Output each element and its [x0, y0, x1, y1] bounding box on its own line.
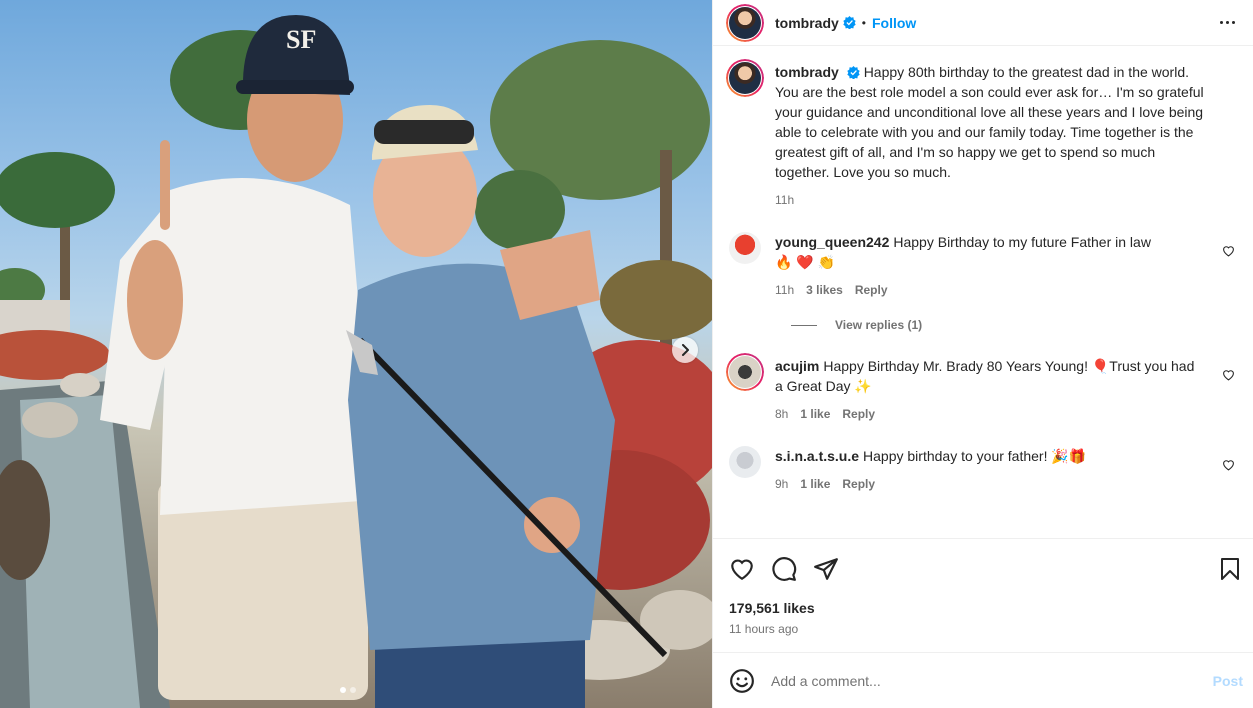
verified-badge-icon	[843, 16, 856, 29]
verified-badge-icon	[847, 66, 860, 79]
comment-username[interactable]: young_queen242	[775, 234, 889, 250]
comment-likes[interactable]: 3 likes	[806, 280, 843, 300]
comment-text: Happy Birthday to my future Father in la…	[893, 234, 1151, 250]
comment-input[interactable]	[771, 672, 1213, 689]
comment-icon[interactable]	[771, 556, 797, 582]
share-icon[interactable]	[813, 557, 839, 581]
carousel-dots	[340, 687, 356, 693]
comments-list: tombrady Happy 80th birthday to the grea…	[713, 46, 1253, 538]
caption-username[interactable]: tombrady	[775, 64, 839, 80]
comment-text: Happy birthday to your father! 🎉🎁	[863, 448, 1087, 464]
post-photo: SF	[0, 0, 712, 708]
comment-like-heart-icon[interactable]	[1222, 244, 1235, 262]
commenter-avatar[interactable]	[729, 356, 761, 388]
svg-text:SF: SF	[286, 25, 316, 54]
author-avatar[interactable]	[729, 6, 761, 39]
post-caption: tombrady Happy 80th birthday to the grea…	[729, 62, 1239, 210]
comment-time: 11h	[775, 283, 795, 297]
post-header: tombrady • Follow	[713, 0, 1253, 46]
replies-divider	[791, 324, 817, 326]
chevron-right-icon	[682, 344, 689, 356]
author-username[interactable]: tombrady	[775, 15, 839, 31]
commenter-avatar[interactable]	[729, 232, 761, 264]
comment-like-heart-icon[interactable]	[1222, 368, 1235, 386]
caption-time: 11h	[775, 193, 795, 207]
next-photo-button[interactable]	[672, 337, 698, 363]
post-modal: SF tombrady • Follow tombrady Happy 80th…	[0, 0, 1253, 708]
more-options-icon[interactable]	[1220, 21, 1235, 24]
follow-button[interactable]: Follow	[872, 15, 916, 31]
reply-button[interactable]: Reply	[842, 404, 875, 424]
reply-button[interactable]: Reply	[855, 280, 888, 300]
add-comment-bar: Post	[713, 652, 1253, 708]
view-replies-label: View replies (1)	[835, 318, 923, 332]
comment-username[interactable]: acujim	[775, 358, 819, 374]
caption-avatar[interactable]	[729, 62, 761, 94]
post-actions	[713, 538, 1253, 598]
post-comment-button[interactable]: Post	[1213, 673, 1243, 689]
comment-item: s.i.n.a.t.s.u.e Happy birthday to your fa…	[729, 446, 1239, 494]
header-separator: •	[861, 15, 866, 30]
comment-like-heart-icon[interactable]	[1222, 458, 1235, 476]
reply-button[interactable]: Reply	[842, 474, 875, 494]
comment-item: acujim Happy Birthday Mr. Brady 80 Years …	[729, 356, 1239, 424]
photo-scene: SF	[0, 15, 712, 708]
commenter-avatar[interactable]	[729, 446, 761, 478]
heart-icon[interactable]	[729, 557, 755, 581]
post-sidebar: tombrady • Follow tombrady Happy 80th bi…	[712, 0, 1253, 708]
bookmark-icon[interactable]	[1219, 557, 1241, 581]
carousel-dot-2	[350, 687, 356, 693]
like-count[interactable]: 179,561 likes	[713, 598, 1253, 618]
post-timestamp: 11 hours ago	[729, 622, 799, 636]
comment-text: Happy Birthday Mr. Brady 80 Years Young!…	[775, 358, 1195, 394]
comment-time: 8h	[775, 407, 789, 421]
comment-item: young_queen242 Happy Birthday to my futur…	[729, 232, 1239, 300]
comment-username[interactable]: s.i.n.a.t.s.u.e	[775, 448, 859, 464]
comment-likes[interactable]: 1 like	[800, 474, 830, 494]
comment-emoji: 🔥 ❤️ 👏	[775, 254, 836, 270]
view-replies-button[interactable]: View replies (1)	[791, 318, 1239, 332]
emoji-icon[interactable]	[729, 668, 755, 694]
caption-text: Happy 80th birthday to the greatest dad …	[775, 64, 1204, 180]
carousel-dot-1	[340, 687, 346, 693]
comment-time: 9h	[775, 477, 789, 491]
comment-likes[interactable]: 1 like	[800, 404, 830, 424]
